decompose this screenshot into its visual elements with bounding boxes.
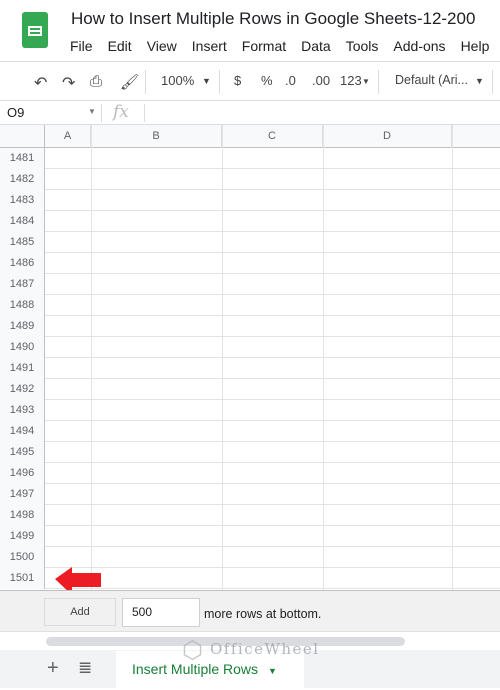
menu-bar: File Edit View Insert Format Data Tools … (70, 38, 489, 54)
formula-bar: O9 ▼ fx (0, 101, 500, 125)
column-header-c[interactable]: C (222, 125, 323, 148)
column-header-a[interactable]: A (45, 125, 91, 148)
table-row[interactable]: 1490 (0, 337, 500, 358)
row-header[interactable]: 1498 (0, 505, 45, 526)
table-row[interactable]: 1486 (0, 253, 500, 274)
row-header[interactable]: 1492 (0, 379, 45, 400)
redo-icon[interactable]: ↷ (62, 73, 75, 93)
column-header-e[interactable] (452, 125, 500, 148)
row-header[interactable]: 1496 (0, 463, 45, 484)
add-rows-button[interactable]: Add (44, 598, 116, 626)
table-row[interactable]: 1497 (0, 484, 500, 505)
font-select[interactable]: Default (Ari... (395, 73, 468, 87)
document-title[interactable]: How to Insert Multiple Rows in Google Sh… (71, 9, 475, 29)
table-row[interactable]: 1495 (0, 442, 500, 463)
row-header[interactable]: 1486 (0, 253, 45, 274)
zoom-select[interactable]: 100% (161, 73, 194, 88)
menu-addons[interactable]: Add-ons (393, 38, 445, 54)
increase-decimal-button[interactable]: .00 (312, 73, 330, 88)
chevron-down-icon: ▼ (475, 76, 484, 86)
formula-input[interactable] (152, 105, 492, 121)
name-box[interactable]: O9 (7, 105, 24, 120)
menu-edit[interactable]: Edit (108, 38, 132, 54)
row-header[interactable]: 1482 (0, 169, 45, 190)
row-header[interactable]: 1483 (0, 190, 45, 211)
menu-file[interactable]: File (70, 38, 93, 54)
row-header[interactable]: 1501 (0, 568, 45, 589)
row-header[interactable]: 1489 (0, 316, 45, 337)
row-header[interactable]: 1485 (0, 232, 45, 253)
sheets-logo-icon[interactable] (22, 12, 48, 48)
fx-icon: fx (113, 102, 129, 122)
table-row[interactable]: 1498 (0, 505, 500, 526)
table-row[interactable]: 1483 (0, 190, 500, 211)
row-header[interactable]: 1493 (0, 400, 45, 421)
decrease-decimal-button[interactable]: .0 (285, 73, 296, 88)
all-sheets-icon[interactable]: ≣ (78, 658, 92, 678)
menu-data[interactable]: Data (301, 38, 331, 54)
menu-insert[interactable]: Insert (192, 38, 227, 54)
chevron-down-icon: ▼ (202, 76, 211, 86)
table-row[interactable]: 1488 (0, 295, 500, 316)
table-row[interactable]: 1489 (0, 316, 500, 337)
row-header[interactable]: 1487 (0, 274, 45, 295)
select-all-corner[interactable] (0, 125, 45, 148)
percent-button[interactable]: % (261, 73, 273, 88)
row-header[interactable]: 1488 (0, 295, 45, 316)
table-row[interactable]: 1499 (0, 526, 500, 547)
column-header-d[interactable]: D (323, 125, 452, 148)
row-header[interactable]: 1497 (0, 484, 45, 505)
table-row[interactable]: 1494 (0, 421, 500, 442)
row-header[interactable]: 1484 (0, 211, 45, 232)
row-header[interactable]: 1481 (0, 148, 45, 169)
undo-icon[interactable]: ↶ (34, 73, 47, 93)
table-row[interactable]: 1484 (0, 211, 500, 232)
title-bar: How to Insert Multiple Rows in Google Sh… (0, 0, 500, 62)
number-format-button[interactable]: 123 (340, 73, 362, 88)
menu-tools[interactable]: Tools (346, 38, 379, 54)
row-header[interactable]: 1490 (0, 337, 45, 358)
add-rows-bar: Add 500 more rows at bottom. (0, 590, 500, 631)
table-row[interactable]: 1487 (0, 274, 500, 295)
add-rows-label: more rows at bottom. (204, 607, 322, 621)
table-row[interactable]: 1491 (0, 358, 500, 379)
table-row[interactable]: 1482 (0, 169, 500, 190)
row-header[interactable]: 1491 (0, 358, 45, 379)
officewheel-watermark: ⬡ OfficeWheel (182, 636, 320, 664)
menu-help[interactable]: Help (461, 38, 490, 54)
menu-format[interactable]: Format (242, 38, 286, 54)
table-row[interactable]: 1493 (0, 400, 500, 421)
table-row[interactable]: 1496 (0, 463, 500, 484)
table-row[interactable]: 1500 (0, 547, 500, 568)
row-header[interactable]: 1495 (0, 442, 45, 463)
print-icon[interactable]: ⎙ (90, 73, 102, 90)
row-header[interactable]: 1500 (0, 547, 45, 568)
spreadsheet-grid[interactable]: A B C D 1481 1482 1483 1484 1485 1486 1487 1488… (0, 125, 500, 590)
row-count-input[interactable]: 500 (122, 598, 200, 627)
chevron-down-icon: ▼ (88, 107, 96, 116)
paint-format-icon[interactable]: 🖌 (120, 73, 139, 91)
table-row[interactable]: 1481 (0, 148, 500, 169)
table-row[interactable]: 1485 (0, 232, 500, 253)
row-header[interactable]: 1494 (0, 421, 45, 442)
toolbar: ↶ ↷ ⎙ 🖌 100% ▼ $ % .0 .00 123 ▼ Default … (0, 62, 500, 101)
row-header[interactable]: 1499 (0, 526, 45, 547)
column-header-b[interactable]: B (91, 125, 222, 148)
chevron-down-icon: ▼ (362, 77, 370, 86)
add-sheet-icon[interactable]: + (47, 657, 59, 680)
menu-view[interactable]: View (147, 38, 177, 54)
table-row[interactable]: 1492 (0, 379, 500, 400)
currency-button[interactable]: $ (234, 73, 241, 88)
